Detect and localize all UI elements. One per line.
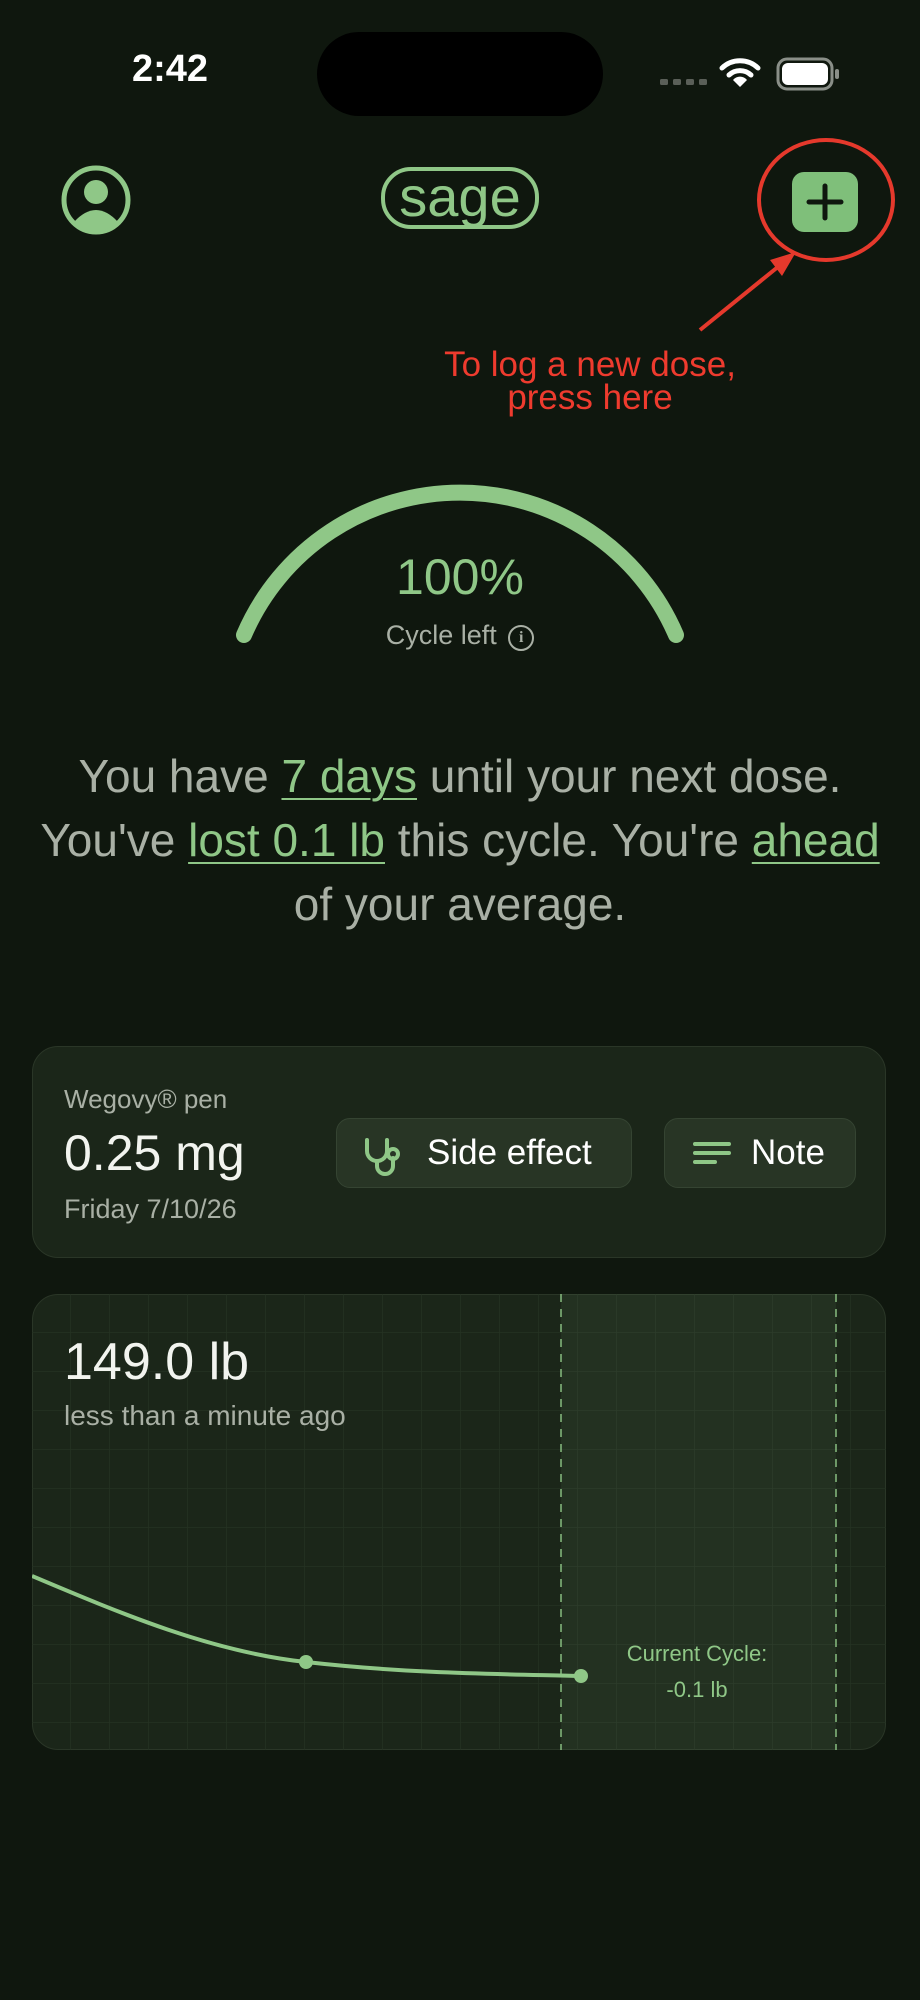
cycle-label-title: Current Cycle: bbox=[626, 1641, 768, 1666]
annotation-line-1: To log a new dose, bbox=[444, 345, 736, 384]
note-label: Note bbox=[751, 1133, 825, 1172]
current-cycle-label: Current Cycle: -0.1 lb bbox=[592, 1636, 802, 1708]
gauge-percent: 100% bbox=[396, 549, 524, 605]
weight-point bbox=[299, 1655, 313, 1669]
side-effect-button[interactable]: Side effect bbox=[336, 1118, 632, 1188]
cellular-signal-icon bbox=[660, 79, 707, 85]
gauge-label-text: Cycle left bbox=[385, 620, 497, 650]
cycle-label-value: -0.1 lb bbox=[666, 1677, 728, 1702]
side-effect-label: Side effect bbox=[427, 1133, 592, 1172]
profile-icon[interactable] bbox=[60, 164, 132, 236]
info-icon[interactable]: i bbox=[508, 625, 535, 651]
ahead-link[interactable]: ahead bbox=[752, 814, 880, 866]
status-time: 2:42 bbox=[131, 48, 209, 90]
note-button[interactable]: Note bbox=[664, 1118, 856, 1188]
dose-amount: 0.25 mg bbox=[64, 1125, 245, 1181]
pen-name: Wegovy® pen bbox=[64, 1084, 228, 1114]
dynamic-island bbox=[317, 32, 603, 116]
lost-link[interactable]: lost 0.1 lb bbox=[188, 814, 385, 866]
days-link[interactable]: 7 days bbox=[281, 750, 417, 802]
summary-text: You have bbox=[78, 750, 282, 802]
summary-text: of your average. bbox=[293, 878, 627, 930]
summary-text: this cycle. You're bbox=[385, 814, 752, 866]
annotation-text: To log a new dose, press here bbox=[380, 345, 800, 417]
note-lines-icon bbox=[693, 1142, 731, 1164]
annotation-line-2: press here bbox=[507, 378, 673, 417]
battery-icon bbox=[776, 57, 839, 91]
weight-timestamp: less than a minute ago bbox=[64, 1400, 346, 1431]
gauge-label: Cycle left i bbox=[330, 620, 590, 651]
dose-date: Friday 7/10/26 bbox=[64, 1194, 237, 1224]
cycle-summary: You have 7 days until your next dose. Yo… bbox=[40, 744, 880, 936]
stethoscope-icon bbox=[365, 1138, 400, 1176]
current-weight: 149.0 lb bbox=[64, 1333, 250, 1391]
logo-text: sage bbox=[399, 165, 521, 228]
weight-point bbox=[574, 1669, 588, 1683]
wifi-icon bbox=[719, 58, 761, 87]
annotation-circle bbox=[757, 138, 895, 262]
